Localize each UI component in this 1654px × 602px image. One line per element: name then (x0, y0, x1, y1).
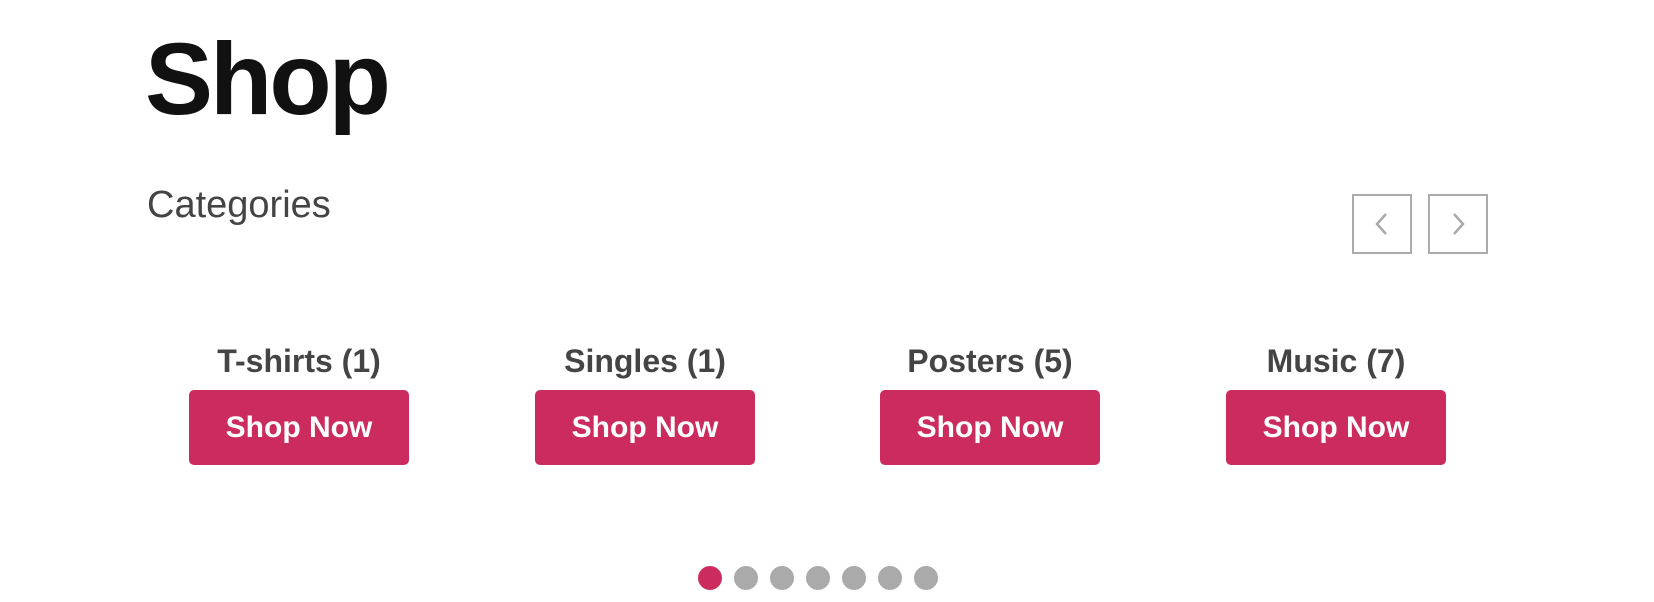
carousel-pagination (698, 566, 938, 590)
shop-now-button[interactable]: Shop Now (1226, 390, 1446, 465)
category-item: Singles (1) Shop Now (495, 340, 795, 465)
category-item: Posters (5) Shop Now (840, 340, 1140, 465)
carousel-prev-button[interactable] (1352, 194, 1412, 254)
category-label[interactable]: T-shirts (1) (217, 340, 381, 382)
pagination-dot[interactable] (770, 566, 794, 590)
chevron-right-icon (1453, 213, 1465, 235)
chevron-left-icon (1375, 213, 1387, 235)
page-title: Shop (145, 22, 391, 136)
shop-now-button[interactable]: Shop Now (880, 390, 1100, 465)
category-label[interactable]: Singles (1) (564, 340, 726, 382)
pagination-dot[interactable] (878, 566, 902, 590)
category-label[interactable]: Music (7) (1267, 340, 1406, 382)
categories-heading: Categories (147, 184, 331, 226)
pagination-dot[interactable] (698, 566, 722, 590)
category-item: Music (7) Shop Now (1186, 340, 1486, 465)
shop-now-button[interactable]: Shop Now (535, 390, 755, 465)
pagination-dot[interactable] (914, 566, 938, 590)
category-label[interactable]: Posters (5) (907, 340, 1072, 382)
pagination-dot[interactable] (734, 566, 758, 590)
pagination-dot[interactable] (842, 566, 866, 590)
pagination-dot[interactable] (806, 566, 830, 590)
category-item: T-shirts (1) Shop Now (149, 340, 449, 465)
carousel-next-button[interactable] (1428, 194, 1488, 254)
category-carousel: T-shirts (1) Shop Now Singles (1) Shop N… (0, 340, 1654, 480)
shop-now-button[interactable]: Shop Now (189, 390, 409, 465)
